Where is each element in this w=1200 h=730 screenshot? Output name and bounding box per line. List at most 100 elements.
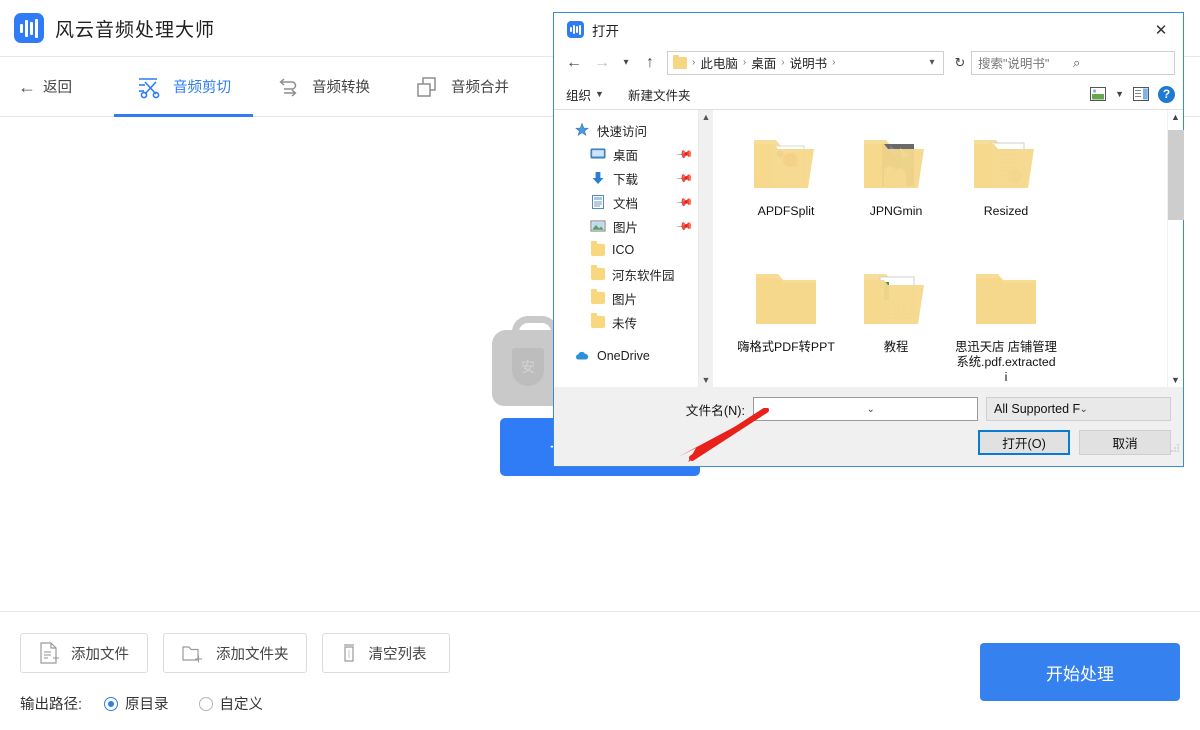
breadcrumb-separator: › bbox=[692, 57, 696, 68]
file-name: 教程 bbox=[883, 340, 909, 354]
scrollbar-thumb[interactable] bbox=[1168, 130, 1184, 220]
sidebar-item-desktop[interactable]: 桌面 📌 bbox=[554, 142, 698, 166]
folder-preview-icon bbox=[750, 124, 822, 196]
file-item[interactable]: 教程 bbox=[841, 254, 951, 387]
sidebar-item-ico[interactable]: ICO bbox=[554, 238, 698, 262]
filename-input[interactable]: ⌄ bbox=[753, 397, 978, 421]
sidebar-item-label: 快速访问 bbox=[597, 124, 648, 139]
sidebar-item-label: 未传 bbox=[612, 316, 638, 331]
open-file-dialog: 打开 ✕ ← → ▾ ↑ › 此电脑 › 桌面 › 说明书 › ▾ ↻ 搜索"说… bbox=[553, 12, 1184, 467]
folder-sheets-icon bbox=[860, 260, 932, 332]
download-icon bbox=[592, 172, 604, 184]
sidebar-scrollbar[interactable]: ▲ ▼ bbox=[698, 110, 713, 387]
dialog-titlebar: 打开 ✕ bbox=[554, 13, 1183, 46]
scroll-down-icon[interactable]: ▼ bbox=[702, 375, 711, 385]
file-name: JPNGmin bbox=[869, 204, 923, 218]
cancel-button[interactable]: 取消 bbox=[1079, 430, 1171, 455]
refresh-icon[interactable]: ↻ bbox=[949, 55, 971, 71]
scroll-down-icon[interactable]: ▼ bbox=[1171, 375, 1180, 385]
clear-list-button[interactable]: 清空列表 bbox=[321, 633, 450, 673]
sidebar-item-label: 下载 bbox=[613, 172, 639, 187]
sidebar-item-documents[interactable]: 文档 📌 bbox=[554, 190, 698, 214]
chevron-down-icon: ▼ bbox=[595, 89, 604, 99]
close-icon[interactable]: ✕ bbox=[1139, 13, 1183, 46]
start-process-button[interactable]: 开始处理 bbox=[980, 643, 1180, 701]
sidebar-item-downloads[interactable]: 下载 📌 bbox=[554, 166, 698, 190]
file-grid-scrollbar[interactable]: ▲ ▼ bbox=[1167, 110, 1184, 387]
add-folder-button[interactable]: 添加文件夹 bbox=[163, 633, 307, 673]
sidebar-item-quick-access[interactable]: 快速访问 bbox=[554, 118, 698, 142]
quick-access-star-icon bbox=[575, 122, 589, 136]
arrow-up-icon[interactable]: ↑ bbox=[636, 50, 664, 76]
resize-grip-icon[interactable] bbox=[1170, 443, 1180, 453]
file-item[interactable]: 思迅天店 店铺管理系统.pdf.extracted i bbox=[951, 254, 1061, 387]
sidebar-item-weichuan[interactable]: 未传 bbox=[554, 310, 698, 334]
sidebar-item-hedong[interactable]: 河东软件园 bbox=[554, 262, 698, 286]
file-item[interactable]: APDFSplit bbox=[731, 118, 841, 254]
breadcrumb-separator: › bbox=[781, 57, 785, 68]
chevron-down-icon[interactable]: ▾ bbox=[923, 57, 941, 68]
pin-icon[interactable]: 📌 bbox=[676, 217, 695, 235]
breadcrumb-separator: › bbox=[832, 57, 836, 68]
tab-label: 音频剪切 bbox=[173, 80, 231, 96]
tab-audio-merge[interactable]: 音频合并 bbox=[392, 57, 531, 117]
chevron-down-icon[interactable]: ▾ bbox=[616, 50, 636, 76]
dialog-bottom-bar: 文件名(N): ⌄ All Supported Formats(*.wav ⌄ … bbox=[554, 387, 1183, 455]
dialog-body: 快速访问 桌面 📌 下载 📌 文档 📌 图片 📌 ICO 河东软件园 图片 未传… bbox=[554, 110, 1184, 387]
sidebar-item-label: 文档 bbox=[613, 196, 639, 211]
sidebar-item-pictures[interactable]: 图片 📌 bbox=[554, 214, 698, 238]
file-type-filter[interactable]: All Supported Formats(*.wav ⌄ bbox=[986, 397, 1171, 421]
file-item[interactable]: 嗨格式PDF转PPT bbox=[731, 254, 841, 387]
chevron-down-icon[interactable]: ⌄ bbox=[867, 404, 974, 415]
button-label: 清空列表 bbox=[368, 646, 427, 663]
sidebar-item-label: OneDrive bbox=[597, 349, 650, 363]
tab-audio-convert[interactable]: 音频转换 bbox=[253, 57, 392, 117]
tab-label: 音频转换 bbox=[312, 80, 370, 96]
folder-icon bbox=[591, 313, 605, 328]
breadcrumb-item-0[interactable]: 此电脑 bbox=[697, 53, 741, 72]
sidebar-item-label: 图片 bbox=[612, 292, 638, 307]
sidebar-item-label: 图片 bbox=[613, 220, 639, 235]
arrow-left-icon[interactable]: ← bbox=[560, 50, 588, 76]
new-folder-label: 新建文件夹 bbox=[627, 88, 691, 103]
pin-icon[interactable]: 📌 bbox=[676, 169, 695, 187]
folder-plain-icon bbox=[970, 260, 1042, 332]
search-placeholder: 搜索"说明书" bbox=[978, 57, 1050, 71]
filename-label: 文件名(N): bbox=[685, 403, 745, 418]
scroll-up-icon[interactable]: ▲ bbox=[1171, 112, 1180, 122]
radio-original-dir[interactable]: 原目录 bbox=[104, 693, 169, 714]
breadcrumb-item-2[interactable]: 说明书 bbox=[787, 53, 831, 72]
open-button[interactable]: 打开(O) bbox=[978, 430, 1070, 455]
breadcrumb[interactable]: › 此电脑 › 桌面 › 说明书 › ▾ bbox=[667, 50, 944, 75]
new-folder-button[interactable]: 新建文件夹 bbox=[628, 85, 691, 104]
preview-pane-icon[interactable] bbox=[1133, 87, 1149, 101]
breadcrumb-item-1[interactable]: 桌面 bbox=[748, 53, 779, 72]
folder-photos-icon bbox=[860, 124, 932, 196]
file-item[interactable]: Resized bbox=[951, 118, 1061, 254]
breadcrumb-separator: › bbox=[742, 57, 747, 68]
help-icon[interactable]: ? bbox=[1158, 85, 1175, 103]
arrow-right-icon[interactable]: → bbox=[588, 50, 616, 76]
sidebar-item-pictures-folder[interactable]: 图片 bbox=[554, 286, 698, 310]
convert-arrows-icon bbox=[279, 77, 297, 97]
search-input[interactable]: 搜索"说明书" ⌕ bbox=[971, 50, 1175, 75]
pin-icon[interactable]: 📌 bbox=[676, 145, 695, 163]
chevron-down-icon: ⌄ bbox=[1079, 403, 1088, 415]
radio-custom-dir[interactable]: 自定义 bbox=[198, 693, 263, 714]
organize-menu[interactable]: 组织 ▼ bbox=[566, 85, 604, 104]
add-file-button[interactable]: 添加文件 bbox=[20, 633, 148, 673]
view-layout-icon[interactable] bbox=[1090, 87, 1107, 101]
file-name: APDFSplit bbox=[757, 204, 815, 218]
radio-indicator bbox=[198, 696, 213, 711]
pin-icon[interactable]: 📌 bbox=[676, 193, 695, 211]
organize-label: 组织 bbox=[566, 88, 592, 103]
sidebar-item-label: 河东软件园 bbox=[612, 268, 675, 283]
file-item[interactable]: JPNGmin bbox=[841, 118, 951, 254]
tab-audio-cut[interactable]: 音频剪切 bbox=[114, 57, 253, 117]
sidebar-item-onedrive[interactable]: OneDrive bbox=[554, 344, 698, 368]
filename-row: 文件名(N): ⌄ All Supported Formats(*.wav ⌄ bbox=[554, 397, 1171, 421]
back-button[interactable]: ← 返回 bbox=[18, 76, 72, 97]
chevron-down-icon[interactable]: ▼ bbox=[1115, 89, 1124, 99]
scroll-up-icon[interactable]: ▲ bbox=[702, 112, 711, 122]
file-name: 嗨格式PDF转PPT bbox=[737, 340, 835, 354]
